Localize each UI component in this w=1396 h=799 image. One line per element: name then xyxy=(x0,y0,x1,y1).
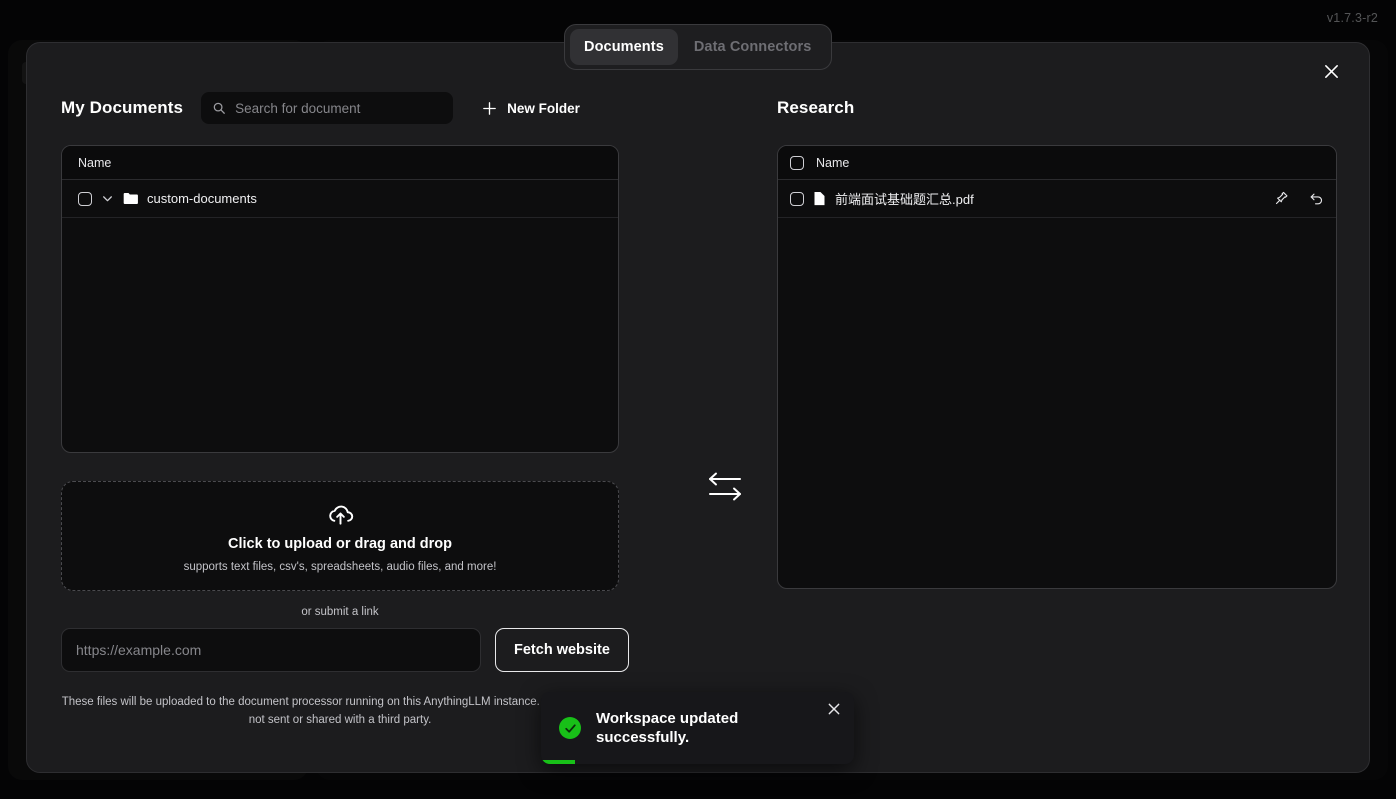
table-row[interactable]: 前端面试基础题汇总.pdf xyxy=(778,180,1336,218)
toast-progress-bar xyxy=(541,760,575,764)
modal-tabbar: Documents Data Connectors xyxy=(564,24,832,70)
check-icon xyxy=(564,723,576,733)
tab-data-connectors[interactable]: Data Connectors xyxy=(680,29,826,65)
cloud-upload-icon xyxy=(328,505,353,525)
workspace-column: Research Name 前端面试基础题汇总.pdf xyxy=(777,91,1337,589)
my-documents-header: My Documents New Folder xyxy=(61,91,655,125)
undo-icon[interactable] xyxy=(1309,191,1324,206)
workspace-list-header: Name xyxy=(778,146,1336,180)
check-circle-icon xyxy=(559,717,581,739)
row-checkbox[interactable] xyxy=(790,191,804,206)
or-submit-link-label: or submit a link xyxy=(301,606,379,618)
fetch-website-button[interactable]: Fetch website xyxy=(495,628,629,672)
workspace-header: Research xyxy=(777,91,1337,125)
column-header-name: Name xyxy=(78,155,112,170)
toast-message: Workspace updated successfully. xyxy=(596,709,739,747)
workspace-file-list: Name 前端面试基础题汇总.pdf xyxy=(777,145,1337,589)
row-actions xyxy=(1274,180,1324,217)
pin-icon[interactable] xyxy=(1274,191,1289,206)
file-icon xyxy=(814,191,825,206)
toast-notification: Workspace updated successfully. xyxy=(541,692,854,764)
tab-documents[interactable]: Documents xyxy=(570,29,678,65)
column-header-name: Name xyxy=(816,155,850,170)
row-name: custom-documents xyxy=(147,191,257,206)
url-submit-row: Fetch website xyxy=(61,628,639,672)
upload-disclaimer: These files will be uploaded to the docu… xyxy=(61,694,619,730)
page-title: My Documents xyxy=(61,98,184,117)
url-input[interactable] xyxy=(61,628,481,672)
folder-icon xyxy=(123,192,138,205)
plus-icon xyxy=(483,101,496,115)
search-icon xyxy=(213,102,226,114)
documents-modal: My Documents New Folder Name xyxy=(26,42,1370,773)
move-left-right-icon[interactable] xyxy=(703,467,747,505)
toast-close-button[interactable] xyxy=(826,701,842,717)
new-folder-button[interactable]: New Folder xyxy=(481,100,580,117)
workspace-title: Research xyxy=(777,98,855,117)
my-documents-column: My Documents New Folder Name xyxy=(61,91,655,730)
row-name: 前端面试基础题汇总.pdf xyxy=(835,192,974,207)
new-folder-label: New Folder xyxy=(507,100,580,116)
my-documents-file-list: Name custom-documents xyxy=(61,145,619,453)
table-row[interactable]: custom-documents xyxy=(62,180,618,218)
search-box[interactable] xyxy=(201,92,454,124)
row-checkbox[interactable] xyxy=(78,191,92,206)
upload-title: Click to upload or drag and drop xyxy=(228,535,452,552)
disclaimer-line-1: These files will be uploaded to the docu… xyxy=(61,696,540,708)
chevron-down-icon[interactable] xyxy=(101,192,114,205)
upload-subtitle: supports text files, csv's, spreadsheets… xyxy=(183,560,497,573)
upload-dropzone[interactable]: Click to upload or drag and drop support… xyxy=(61,481,619,591)
select-all-checkbox[interactable] xyxy=(790,155,804,170)
my-documents-list-header: Name xyxy=(62,146,618,180)
search-input[interactable] xyxy=(235,100,443,116)
